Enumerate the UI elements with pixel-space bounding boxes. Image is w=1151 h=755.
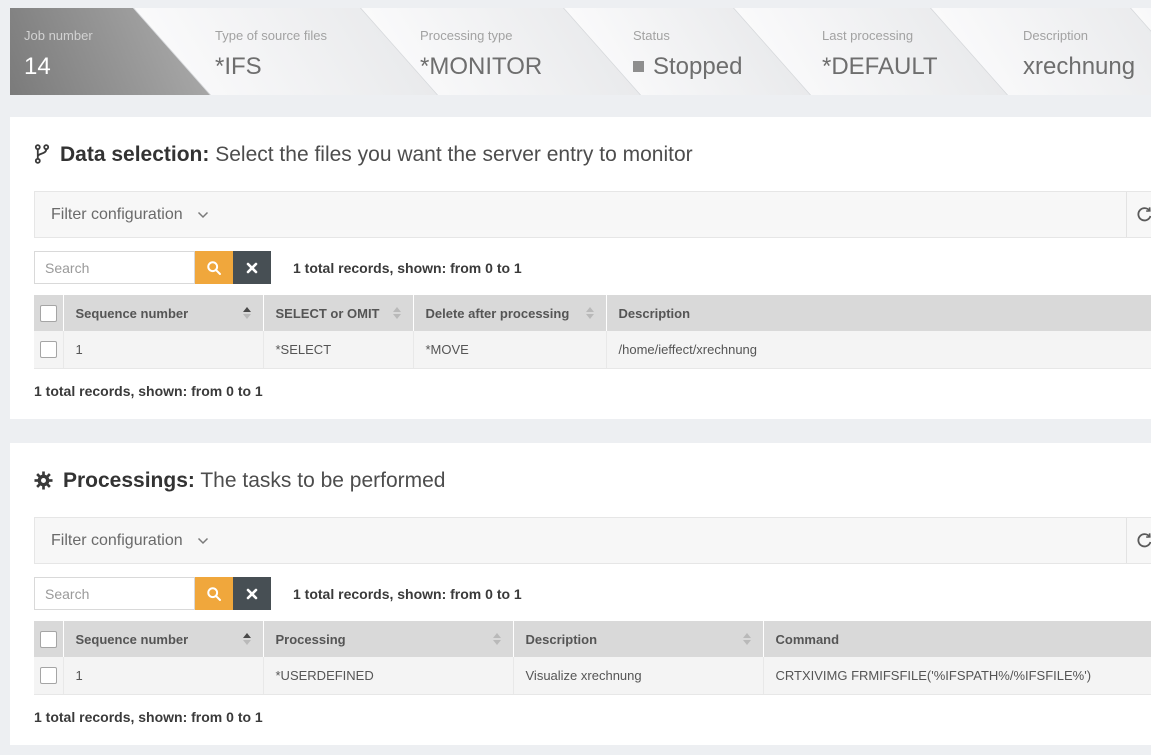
cell-delete-after-processing: *MOVE bbox=[413, 331, 606, 369]
refresh-button[interactable] bbox=[1126, 518, 1151, 563]
segment-job-number[interactable]: Job number 14 bbox=[24, 8, 214, 95]
selection-table-header-row: Sequence number SELECT or OMIT Delete af… bbox=[34, 295, 1151, 331]
cell-description: Visualize xrechnung bbox=[513, 657, 763, 695]
col-header-processing[interactable]: Processing bbox=[263, 621, 513, 657]
stopped-status-icon bbox=[633, 61, 644, 72]
sort-both-icon bbox=[393, 307, 401, 319]
sort-asc-icon bbox=[243, 307, 251, 319]
search-row: 1 total records, shown: from 0 to 1 bbox=[34, 251, 1151, 284]
segment-label: Processing type bbox=[420, 28, 610, 43]
records-summary: 1 total records, shown: from 0 to 1 bbox=[293, 260, 522, 276]
segment-label: Description bbox=[1023, 28, 1151, 43]
cell-select-or-omit: *SELECT bbox=[263, 331, 413, 369]
segment-description[interactable]: Description xrechnung bbox=[1023, 8, 1151, 95]
filter-configuration-bar: Filter configuration bbox=[34, 191, 1151, 238]
close-icon bbox=[246, 262, 258, 274]
code-fork-icon bbox=[34, 144, 50, 170]
segment-source-files[interactable]: Type of source files *IFS bbox=[215, 8, 405, 95]
filter-configuration-toggle[interactable]: Filter configuration bbox=[51, 206, 183, 224]
col-header-sequence-number[interactable]: Sequence number bbox=[63, 295, 263, 331]
col-header-description[interactable]: Description bbox=[606, 295, 1151, 331]
row-select-cell bbox=[34, 331, 63, 369]
section-title: Processings: The tasks to be performed bbox=[34, 469, 1151, 496]
refresh-icon bbox=[1136, 532, 1151, 549]
records-summary-bottom: 1 total records, shown: from 0 to 1 bbox=[34, 709, 1151, 725]
col-header-select-or-omit[interactable]: SELECT or OMIT bbox=[263, 295, 413, 331]
search-row: 1 total records, shown: from 0 to 1 bbox=[34, 577, 1151, 610]
row-select-cell bbox=[34, 657, 63, 695]
cell-sequence-number: 1 bbox=[63, 657, 263, 695]
records-summary: 1 total records, shown: from 0 to 1 bbox=[293, 586, 522, 602]
processings-table-header-row: Sequence number Processing Description C… bbox=[34, 621, 1151, 657]
filter-configuration-bar: Filter configuration bbox=[34, 517, 1151, 564]
segment-label: Type of source files bbox=[215, 28, 405, 43]
section-title: Data selection: Select the files you wan… bbox=[34, 143, 1151, 170]
col-header-command[interactable]: Command bbox=[763, 621, 1151, 657]
select-all-cell bbox=[34, 621, 63, 657]
search-input[interactable] bbox=[34, 251, 195, 284]
search-button[interactable] bbox=[195, 251, 233, 284]
select-all-cell bbox=[34, 295, 63, 331]
cell-sequence-number: 1 bbox=[63, 331, 263, 369]
col-header-sequence-number[interactable]: Sequence number bbox=[63, 621, 263, 657]
cell-description: /home/ieffect/xrechnung bbox=[606, 331, 1151, 369]
segment-label: Last processing bbox=[822, 28, 1012, 43]
table-row[interactable]: 1 *USERDEFINED Visualize xrechnung CRTXI… bbox=[34, 657, 1151, 695]
segment-value: Stopped bbox=[633, 53, 823, 81]
refresh-icon bbox=[1136, 206, 1151, 223]
clear-search-button[interactable] bbox=[233, 577, 271, 610]
gear-icon bbox=[34, 471, 53, 496]
select-all-checkbox[interactable] bbox=[40, 631, 57, 648]
refresh-button[interactable] bbox=[1126, 192, 1151, 237]
select-all-checkbox[interactable] bbox=[40, 305, 57, 322]
processings-table: Sequence number Processing Description C… bbox=[34, 621, 1151, 695]
row-checkbox[interactable] bbox=[40, 341, 57, 358]
segment-value: *IFS bbox=[215, 53, 405, 81]
section-title-strong: Processings: bbox=[63, 469, 195, 492]
clear-search-button[interactable] bbox=[233, 251, 271, 284]
job-steps-bar: Job number 14 Type of source files *IFS … bbox=[10, 8, 1151, 95]
processings-section: Processings: The tasks to be performed F… bbox=[10, 443, 1151, 745]
search-input[interactable] bbox=[34, 577, 195, 610]
section-title-strong: Data selection: bbox=[60, 143, 209, 166]
table-row[interactable]: 1 *SELECT *MOVE /home/ieffect/xrechnung bbox=[34, 331, 1151, 369]
filter-configuration-toggle[interactable]: Filter configuration bbox=[51, 532, 183, 550]
row-checkbox[interactable] bbox=[40, 667, 57, 684]
col-header-description[interactable]: Description bbox=[513, 621, 763, 657]
sort-both-icon bbox=[586, 307, 594, 319]
segment-value: xrechnung bbox=[1023, 53, 1151, 81]
segment-processing-type[interactable]: Processing type *MONITOR bbox=[420, 8, 610, 95]
sort-asc-icon bbox=[243, 633, 251, 645]
search-icon bbox=[206, 586, 222, 602]
segment-value: *MONITOR bbox=[420, 53, 610, 81]
selection-table: Sequence number SELECT or OMIT Delete af… bbox=[34, 295, 1151, 369]
chevron-down-icon[interactable] bbox=[197, 532, 209, 550]
segment-label: Status bbox=[633, 28, 823, 43]
segment-last-processing[interactable]: Last processing *DEFAULT bbox=[822, 8, 1012, 95]
col-header-delete-after-processing[interactable]: Delete after processing bbox=[413, 295, 606, 331]
section-subtitle: The tasks to be performed bbox=[200, 469, 445, 492]
segment-value: *DEFAULT bbox=[822, 53, 1012, 81]
cell-command: CRTXIVIMG FRMIFSFILE('%IFSPATH%/%IFSFILE… bbox=[763, 657, 1151, 695]
records-summary-bottom: 1 total records, shown: from 0 to 1 bbox=[34, 383, 1151, 399]
sort-both-icon bbox=[493, 633, 501, 645]
chevron-down-icon[interactable] bbox=[197, 206, 209, 224]
close-icon bbox=[246, 588, 258, 600]
segment-label: Job number bbox=[24, 28, 214, 43]
cell-processing: *USERDEFINED bbox=[263, 657, 513, 695]
data-selection-section: Data selection: Select the files you wan… bbox=[10, 117, 1151, 419]
search-icon bbox=[206, 260, 222, 276]
segment-status[interactable]: Status Stopped bbox=[633, 8, 823, 95]
search-button[interactable] bbox=[195, 577, 233, 610]
segment-value: 14 bbox=[24, 53, 214, 81]
sort-both-icon bbox=[743, 633, 751, 645]
section-subtitle: Select the files you want the server ent… bbox=[215, 143, 692, 166]
